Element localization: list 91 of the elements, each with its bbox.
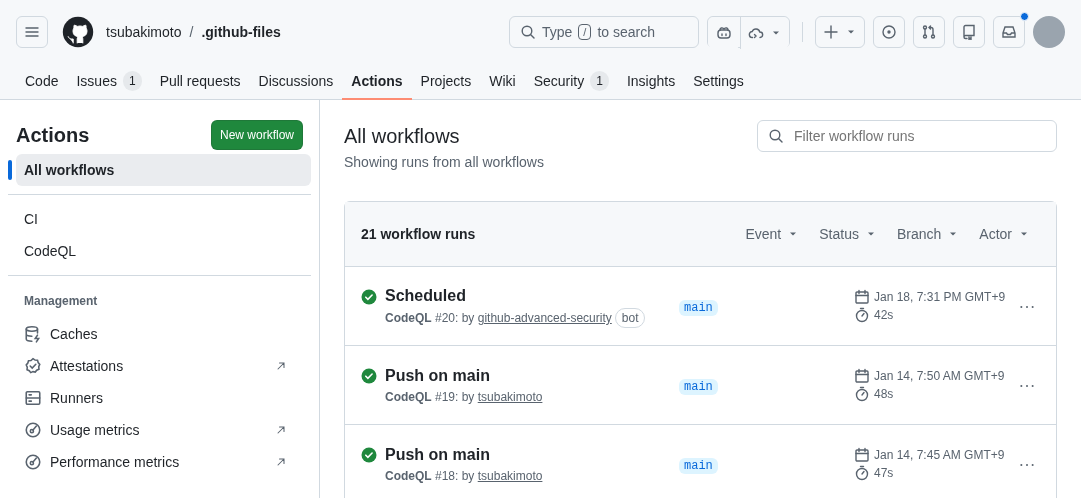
- menu-button[interactable]: [16, 16, 48, 48]
- run-duration: 48s: [874, 386, 894, 403]
- issue-circle-icon: [881, 24, 897, 40]
- new-workflow-button[interactable]: New workflow: [211, 120, 303, 150]
- page-title: All workflows: [344, 124, 461, 148]
- cloud-menu-button[interactable]: [740, 17, 789, 49]
- repo-tab[interactable]: Insights: [617, 64, 685, 100]
- cloud-icon: [748, 25, 764, 41]
- tab-counter: 1: [122, 71, 142, 91]
- repo-tab[interactable]: Settings: [684, 64, 753, 100]
- robot-icon: [716, 25, 732, 41]
- actor-link[interactable]: github-advanced-security: [477, 311, 612, 325]
- filter-dropdown[interactable]: Branch: [886, 223, 970, 245]
- workflow-link[interactable]: CI: [16, 203, 311, 235]
- run-date: Jan 14, 7:50 AM GMT+9: [874, 368, 1005, 385]
- plus-icon: [823, 24, 839, 40]
- run-details: CodeQL #20: by github-advanced-security: [385, 310, 612, 327]
- kebab-horizontal-icon: [1020, 462, 1034, 467]
- management-link[interactable]: Usage metrics: [16, 414, 311, 446]
- management-link[interactable]: Runners: [16, 382, 311, 414]
- path-separator: /: [189, 22, 194, 42]
- filter-dropdown[interactable]: Actor: [969, 223, 1040, 245]
- calendar-icon: [854, 368, 870, 384]
- run-title[interactable]: Push on main: [385, 443, 679, 467]
- run-date: Jan 14, 7:45 AM GMT+9: [874, 447, 1005, 464]
- filter-input[interactable]: Filter workflow runs: [792, 124, 1046, 148]
- book-icon: [961, 24, 977, 40]
- search-icon: [768, 128, 784, 144]
- owner-link[interactable]: tsubakimoto: [106, 21, 182, 43]
- run-date: Jan 18, 7:31 PM GMT+9: [874, 289, 1006, 306]
- octocat-logo-icon: [62, 16, 94, 48]
- kebab-horizontal-icon: [1020, 304, 1034, 309]
- run-details: CodeQL #19: by tsubakimoto: [385, 389, 543, 406]
- gauge-icon: [24, 453, 42, 471]
- calendar-icon: [854, 289, 870, 305]
- stopwatch-icon: [854, 307, 870, 323]
- selection-indicator: [8, 160, 12, 180]
- issues-button[interactable]: [873, 16, 905, 48]
- kebab-horizontal-icon: [1020, 383, 1034, 388]
- branch-label[interactable]: main: [679, 299, 718, 316]
- shortcut-key: /: [578, 24, 592, 40]
- sidebar-title: Actions: [16, 123, 90, 147]
- inbox-icon: [1001, 24, 1017, 40]
- management-link[interactable]: Caches: [16, 318, 311, 350]
- menu-icon: [24, 24, 40, 40]
- filter-field[interactable]: Filter workflow runs: [757, 120, 1057, 152]
- section-heading: Management: [23, 293, 99, 310]
- actor-link[interactable]: tsubakimoto: [477, 469, 543, 483]
- pull-requests-button[interactable]: [913, 16, 945, 48]
- actor-link[interactable]: tsubakimoto: [477, 390, 543, 404]
- database-icon: [24, 325, 42, 343]
- repo-tab[interactable]: Pull requests: [150, 64, 250, 100]
- management-link[interactable]: Attestations: [16, 350, 311, 382]
- repo-tab[interactable]: Issues 1: [67, 64, 151, 100]
- repo-tab[interactable]: Projects: [411, 64, 481, 100]
- run-duration: 42s: [874, 307, 894, 324]
- filter-dropdown[interactable]: Event: [735, 223, 810, 245]
- verified-badge-icon: [24, 357, 42, 375]
- branch-label[interactable]: main: [679, 457, 718, 474]
- run-details: CodeQL #18: by tsubakimoto: [385, 468, 543, 485]
- create-new-button[interactable]: [815, 16, 865, 48]
- repo-tab[interactable]: Discussions: [249, 64, 343, 100]
- gauge-icon: [24, 421, 42, 439]
- search-hint: Type: [542, 22, 573, 42]
- stopwatch-icon: [854, 465, 870, 481]
- run-title[interactable]: Push on main: [385, 364, 679, 388]
- run-title[interactable]: Scheduled: [385, 284, 679, 308]
- search-hint: to search: [597, 22, 655, 42]
- filter-dropdown[interactable]: Status: [809, 223, 887, 245]
- management-link[interactable]: Performance metrics: [16, 446, 311, 478]
- tab-counter: 1: [590, 71, 609, 91]
- repo-tab[interactable]: Actions: [342, 64, 412, 100]
- repo-link[interactable]: .github-files: [201, 21, 281, 43]
- branch-label[interactable]: main: [679, 378, 718, 395]
- copilot-button[interactable]: [708, 17, 740, 49]
- workflow-link[interactable]: All workflows: [16, 154, 311, 186]
- repo-tab[interactable]: Wiki: [480, 64, 525, 100]
- repositories-button[interactable]: [953, 16, 985, 48]
- stopwatch-icon: [854, 386, 870, 402]
- search-icon: [520, 24, 536, 40]
- avatar[interactable]: [1033, 16, 1065, 48]
- page-subtitle: Showing runs from all workflows: [344, 153, 544, 172]
- runs-count: 21 workflow runs: [361, 224, 477, 244]
- calendar-icon: [854, 447, 870, 463]
- server-icon: [24, 389, 42, 407]
- repo-tab[interactable]: Code: [16, 64, 68, 100]
- repo-tab[interactable]: Security 1: [524, 64, 618, 100]
- workflow-link[interactable]: CodeQL: [16, 235, 311, 267]
- run-duration: 47s: [874, 465, 894, 482]
- search-field[interactable]: Type / to search: [509, 16, 699, 48]
- pull-request-icon: [921, 24, 937, 40]
